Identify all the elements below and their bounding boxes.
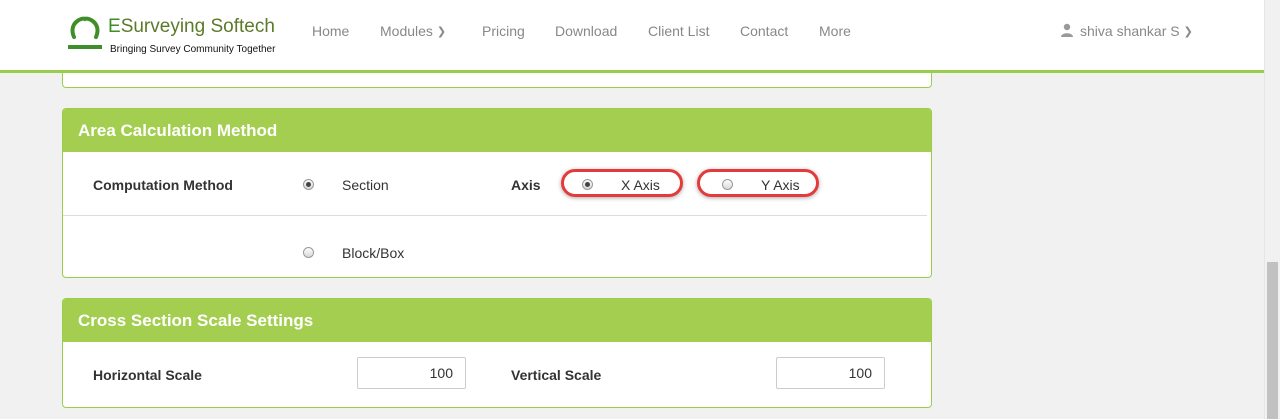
surveyor-logo-icon	[68, 16, 102, 49]
nav-download[interactable]: Download	[555, 23, 617, 39]
axis-label: Axis	[511, 177, 541, 193]
nav-pricing[interactable]: Pricing	[482, 23, 525, 39]
nav-modules-label: Modules	[380, 23, 433, 39]
row-divider	[63, 215, 927, 216]
section-radio[interactable]	[303, 179, 314, 190]
nav-modules[interactable]: Modules ❯	[380, 23, 446, 39]
scrollbar-thumb[interactable]	[1267, 262, 1278, 419]
horizontal-scale-input[interactable]: 100	[357, 357, 466, 389]
top-navbar: ESurveying Softech Bringing Survey Commu…	[0, 0, 1264, 73]
nav-client-list[interactable]: Client List	[648, 23, 709, 39]
page-scrollbar[interactable]	[1264, 0, 1280, 419]
brand-logo[interactable]: ESurveying Softech Bringing Survey Commu…	[66, 15, 286, 59]
chevron-down-icon: ❯	[436, 26, 447, 38]
x-axis-label: X Axis	[621, 177, 660, 193]
y-axis-label: Y Axis	[761, 177, 800, 193]
horizontal-scale-label: Horizontal Scale	[93, 367, 202, 383]
cross-section-scale-panel: Cross Section Scale Settings Horizontal …	[62, 298, 932, 408]
block-box-label: Block/Box	[342, 245, 405, 261]
area-calculation-title: Area Calculation Method	[63, 109, 931, 152]
user-icon	[1061, 23, 1073, 37]
vertical-scale-input[interactable]: 100	[776, 357, 885, 389]
nav-more[interactable]: More	[819, 23, 851, 39]
vertical-scale-label: Vertical Scale	[511, 367, 602, 383]
user-menu[interactable]: shiva shankar S ❯	[1060, 23, 1193, 39]
nav-home[interactable]: Home	[312, 23, 349, 39]
chevron-down-icon: ❯	[1183, 26, 1193, 38]
cross-section-scale-title: Cross Section Scale Settings	[63, 299, 931, 342]
user-name: shiva shankar S	[1080, 23, 1180, 39]
block-box-radio[interactable]	[303, 247, 314, 258]
nav-contact[interactable]: Contact	[740, 23, 788, 39]
brand-name: ESurveying Softech	[108, 16, 275, 37]
y-axis-radio[interactable]	[722, 179, 733, 190]
brand-tagline: Bringing Survey Community Together	[110, 44, 276, 55]
area-calculation-panel: Area Calculation Method Computation Meth…	[62, 108, 932, 278]
x-axis-radio[interactable]	[582, 179, 593, 190]
computation-method-label: Computation Method	[93, 177, 233, 193]
y-axis-highlight	[697, 169, 819, 197]
section-label: Section	[342, 177, 389, 193]
